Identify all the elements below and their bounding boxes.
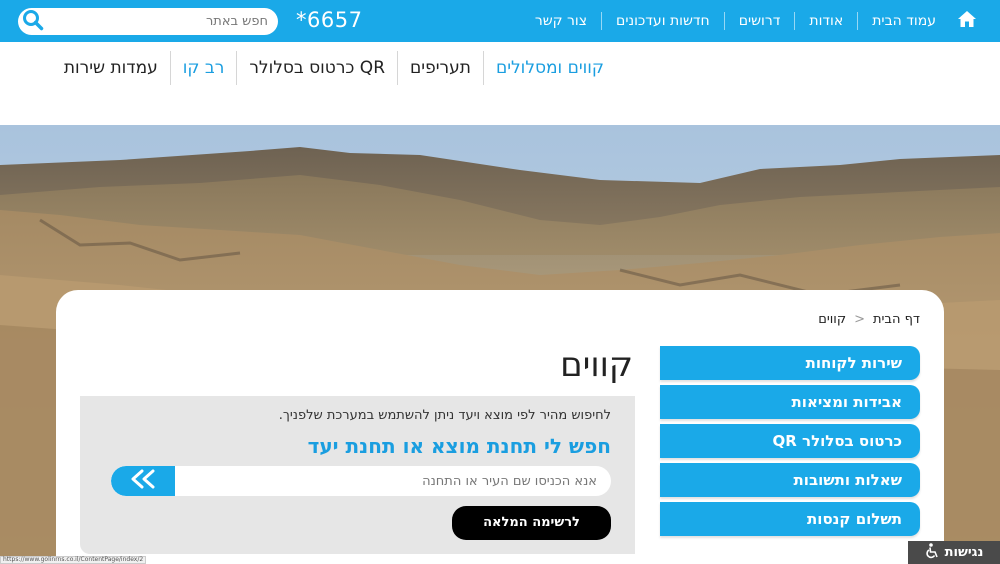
- sidebar-item-faq[interactable]: שאלות ותשובות: [660, 463, 920, 497]
- accessibility-button[interactable]: נגישות: [908, 541, 1000, 564]
- top-nav: עמוד הבית אודות דרושים חדשות ועדכונים צו…: [521, 0, 980, 42]
- sidebar-item-qr-ticketing[interactable]: כרטוס בסלולר QR: [660, 424, 920, 458]
- main-nav-fares[interactable]: תעריפים: [397, 51, 483, 85]
- phone-number: *6657: [296, 8, 363, 32]
- station-search-button[interactable]: [111, 466, 175, 496]
- breadcrumb-home[interactable]: דף הבית: [873, 312, 920, 327]
- page-title: קווים: [560, 345, 633, 385]
- nav-link-contact[interactable]: צור קשר: [521, 12, 601, 30]
- sidebar-item-pay-fines[interactable]: תשלום קנסות: [660, 502, 920, 536]
- main-nav-service-stations[interactable]: עמדות שירות: [52, 51, 170, 85]
- nav-link-jobs[interactable]: דרושים: [723, 12, 795, 30]
- search-icon: [22, 9, 44, 35]
- search-button[interactable]: [20, 9, 46, 34]
- main-nav: קווים ומסלולים תעריפים כרטוס בסלולר QR ר…: [52, 50, 616, 86]
- nav-link-about[interactable]: אודות: [794, 12, 857, 30]
- accessibility-label: נגישות: [944, 545, 984, 560]
- main-nav-lines-routes[interactable]: קווים ומסלולים: [482, 51, 616, 85]
- breadcrumb-separator: <: [854, 312, 865, 327]
- breadcrumb-current: קווים: [818, 312, 847, 327]
- main-nav-qr-ticketing[interactable]: כרטוס בסלולר QR: [236, 51, 397, 85]
- main-nav-rav-kav[interactable]: רב קו: [169, 51, 237, 85]
- search-input[interactable]: [68, 12, 268, 31]
- top-bar: *6657 עמוד הבית אודות דרושים חדשות ועדכו…: [0, 0, 1000, 42]
- wheelchair-icon: [925, 542, 939, 563]
- double-chevron-left-icon: [128, 469, 158, 493]
- nav-link-home[interactable]: עמוד הבית: [857, 12, 950, 30]
- nav-link-news[interactable]: חדשות ועדכונים: [601, 12, 724, 30]
- sidebar-item-lost-found[interactable]: אבידות ומציאות: [660, 385, 920, 419]
- site-search: [18, 8, 278, 35]
- status-bar-url: https://www.golinrns.co.il/ContentPage/i…: [0, 556, 147, 564]
- station-search-field: [111, 466, 611, 496]
- full-list-button[interactable]: לרשימה המלאה: [452, 506, 611, 540]
- home-button[interactable]: [954, 0, 980, 42]
- breadcrumb: דף הבית < קווים: [818, 312, 920, 327]
- search-heading: חפש לי תחנת מוצא או תחנת יעד: [307, 434, 611, 458]
- station-search-input[interactable]: [177, 471, 597, 491]
- sidebar-item-customer-service[interactable]: שירות לקוחות: [660, 346, 920, 380]
- station-search-panel: לחיפוש מהיר לפי מוצא ויעד ניתן להשתמש במ…: [80, 396, 635, 554]
- home-icon: [957, 10, 977, 32]
- sidebar-menu: שירות לקוחות אבידות ומציאות כרטוס בסלולר…: [660, 346, 920, 541]
- search-hint-text: לחיפוש מהיר לפי מוצא ויעד ניתן להשתמש במ…: [278, 408, 611, 423]
